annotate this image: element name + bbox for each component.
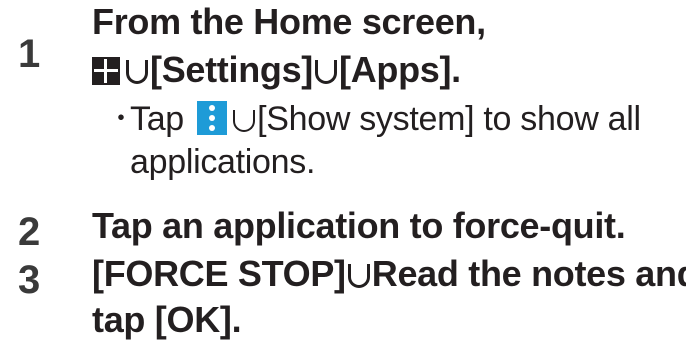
note-action-text: [Show system] to show all [257, 100, 641, 138]
step-1-note: ・Tap [Show system] to show all [108, 96, 641, 141]
arrow-then-icon [347, 264, 370, 288]
step-2-number: 2 [18, 210, 41, 254]
arrow-then-icon [315, 60, 337, 84]
step-1-line-2: [Settings] [Apps]. [92, 48, 461, 92]
apps-grid-icon [92, 57, 120, 85]
step-1-line-1: From the Home screen, [92, 1, 486, 42]
apps-label: [Apps]. [339, 49, 461, 90]
step-2-text: Tap an application to force-quit. [92, 205, 626, 246]
arrow-then-icon [126, 60, 148, 84]
arrow-then-icon [233, 110, 256, 132]
settings-label: [Settings] [150, 49, 313, 90]
step-3-line-2: tap [OK]. [92, 299, 242, 340]
note-bullet: ・ [108, 103, 134, 133]
step-1-number: 1 [18, 32, 41, 76]
step-3-number: 3 [18, 258, 41, 302]
force-stop-label: [FORCE STOP] [92, 253, 346, 294]
step-3-text-a: Read the notes and [371, 253, 686, 294]
more-options-icon [197, 101, 228, 135]
note-tap-text: Tap [130, 100, 184, 138]
step-3-line-1: [FORCE STOP] Read the notes and [92, 252, 686, 296]
step-1-note-line-2: applications. [130, 143, 316, 181]
